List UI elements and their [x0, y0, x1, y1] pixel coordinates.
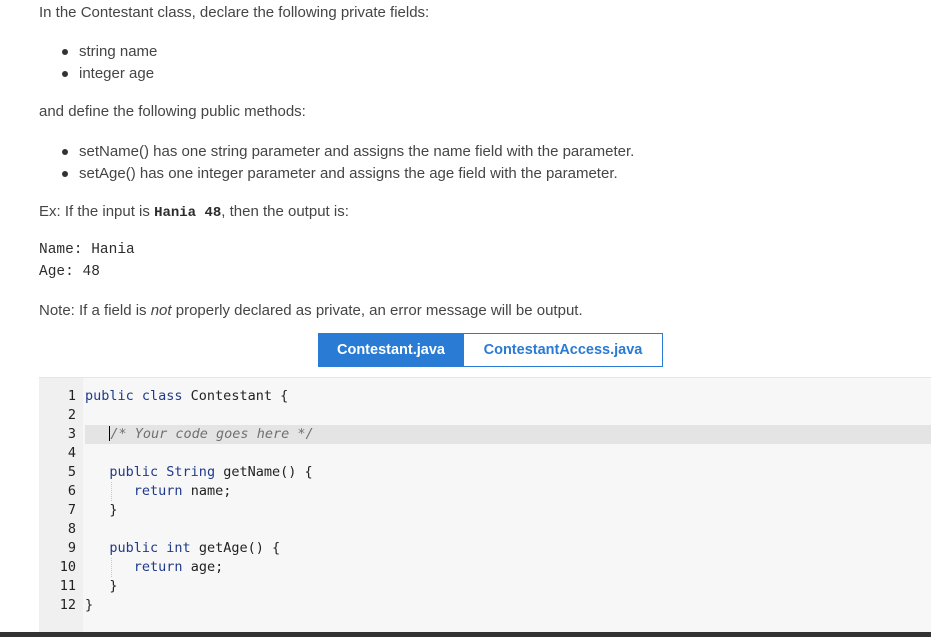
code-text: getAge() {	[190, 540, 281, 556]
code-comment: /* Your code goes here */	[110, 426, 314, 442]
code-line: return age;	[85, 558, 931, 577]
code-type: int	[158, 540, 191, 556]
code-line: public int getAge() {	[85, 539, 931, 558]
example-prefix: Ex: If the input is	[39, 203, 155, 220]
line-number: 9	[67, 540, 76, 556]
line-number: 8	[67, 521, 76, 537]
line-number: 6	[67, 483, 76, 499]
bottom-border	[0, 632, 931, 637]
code-line-active: /* Your code goes here */	[85, 425, 931, 444]
code-line: }	[85, 577, 931, 596]
example-input: Hania 48	[154, 205, 222, 221]
line-number: 11	[59, 578, 76, 594]
line-number: 7	[67, 502, 76, 518]
tab-contestantaccess-java[interactable]: ContestantAccess.java	[464, 333, 663, 367]
line-number: 4	[67, 445, 76, 461]
methods-list: setName() has one string parameter and a…	[39, 141, 634, 185]
code-keyword: return	[133, 559, 183, 575]
fields-list: string name integer age	[39, 41, 157, 85]
example-suffix: , then the output is:	[221, 203, 349, 220]
line-number: 10	[59, 559, 76, 575]
code-line: }	[85, 596, 931, 615]
output-line-name: Name: Hania	[39, 242, 135, 258]
code-text: }	[109, 502, 118, 518]
note-suffix: properly declared as private, an error m…	[171, 302, 583, 319]
line-number: 12	[59, 597, 76, 613]
code-text: }	[85, 597, 94, 613]
code-line: public class Contestant {	[85, 387, 931, 406]
list-item: string name	[39, 41, 157, 63]
code-keyword: return	[133, 483, 183, 499]
line-number-gutter: 1 2 3 4 5 6 7 8 9 10 11 12	[39, 378, 83, 633]
line-number: 3	[67, 426, 76, 442]
intro-text: In the Contestant class, declare the fol…	[39, 4, 430, 21]
code-keyword: public	[109, 464, 159, 480]
methods-intro-text: and define the following public methods:	[39, 103, 306, 120]
list-item: integer age	[39, 63, 157, 85]
line-number: 1	[67, 388, 76, 404]
note-emphasis: not	[150, 302, 172, 319]
code-line: public String getName() {	[85, 463, 931, 482]
list-item: setAge() has one integer parameter and a…	[39, 163, 634, 185]
tab-contestant-java[interactable]: Contestant.java	[318, 333, 464, 367]
note-text: Note: If a field is not properly declare…	[39, 302, 583, 319]
code-text: }	[109, 578, 118, 594]
code-type: String	[158, 464, 216, 480]
code-editor[interactable]: 1 2 3 4 5 6 7 8 9 10 11 12 public class …	[39, 377, 931, 633]
file-tabs: Contestant.java ContestantAccess.java	[318, 333, 663, 367]
code-keyword: public class	[85, 388, 183, 404]
code-text: name;	[182, 483, 232, 499]
example-text: Ex: If the input is Hania 48, then the o…	[39, 203, 349, 221]
line-number: 5	[67, 464, 76, 480]
output-line-age: Age: 48	[39, 264, 100, 280]
list-item: setName() has one string parameter and a…	[39, 141, 634, 163]
line-number: 2	[67, 407, 76, 423]
note-prefix: Note: If a field is	[39, 302, 151, 319]
code-text: Contestant {	[182, 388, 289, 404]
code-line: }	[85, 501, 931, 520]
code-text: age;	[182, 559, 224, 575]
code-line: return name;	[85, 482, 931, 501]
code-keyword: public	[109, 540, 159, 556]
code-text: getName() {	[215, 464, 313, 480]
